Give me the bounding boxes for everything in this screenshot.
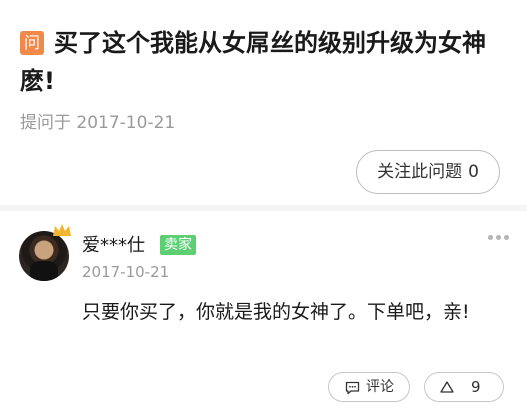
comment-button-label: 评论 [366,379,394,395]
follow-question-button[interactable]: 关注此问题 0 [356,150,500,194]
answer-text: 只要你买了，你就是我的女神了。下单吧，亲! [82,301,470,323]
more-dots-icon[interactable] [488,235,510,241]
upvote-triangle-icon [440,381,454,393]
question-card: 问 买了这个我能从女屌丝的级别升级为女神麽! 提问于 2017-10-21 关注… [0,0,527,205]
seller-badge: 卖家 [160,235,196,255]
upvote-count: 9 [471,378,481,396]
follow-button-label: 关注此问题 [377,162,463,182]
follow-count: 0 [468,162,479,182]
answer-card: 爱***仕 卖家 2017-10-21 只要你买了，你就是我的女神了。下单吧，亲… [0,211,527,415]
comment-icon [345,381,360,395]
answer-date: 2017-10-21 [82,263,170,281]
avatar[interactable] [19,231,69,281]
upvote-button[interactable]: 9 [424,372,504,402]
question-title: 买了这个我能从女屌丝的级别升级为女神麽! [20,29,486,95]
crown-icon [53,224,71,236]
answer-username[interactable]: 爱***仕 [82,234,145,258]
comment-button[interactable]: 评论 [328,372,410,402]
question-date: 提问于 2017-10-21 [20,113,176,133]
